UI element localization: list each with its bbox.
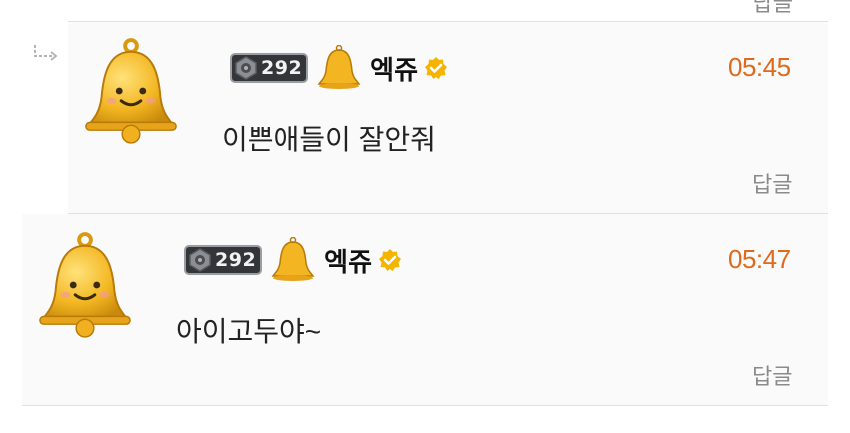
reply-comment: 292 엑쥬 05:45 이쁜애들이 잘안줘 답글 [68,22,828,214]
comment-text: 이쁜애들이 잘안줘 [222,124,436,155]
bell-grade-icon [317,45,361,89]
previous-comment-fragment: 답글 [0,0,850,22]
bell-character-icon[interactable] [82,36,180,146]
level-badge: 292 [230,53,309,83]
verified-check-icon [425,57,448,79]
level-number: 292 [215,249,257,271]
comment: 292 엑쥬 05:47 아이고두야~ 답글 [22,214,828,406]
verified-check-icon [379,249,402,271]
bell-grade-icon [271,237,315,281]
comment-time: 05:47 [728,244,791,274]
reply-button[interactable]: 답글 [752,359,792,391]
comment-meta: 292 엑쥬 [184,237,402,281]
comment-meta: 292 엑쥬 [230,45,448,89]
level-gem-icon [235,56,257,80]
reply-button[interactable]: 답글 [752,167,792,199]
reply-arrow-icon [34,45,58,61]
nickname[interactable]: 엑쥬 [370,50,418,87]
comment-time: 05:45 [728,52,791,82]
divider [22,405,828,406]
previous-reply-button[interactable]: 답글 [753,0,793,18]
nickname[interactable]: 엑쥬 [324,242,372,279]
bell-character-icon[interactable] [36,230,134,340]
level-badge: 292 [184,245,263,275]
comment-text: 아이고두야~ [176,316,322,347]
level-number: 292 [261,57,303,79]
level-gem-icon [189,248,211,272]
